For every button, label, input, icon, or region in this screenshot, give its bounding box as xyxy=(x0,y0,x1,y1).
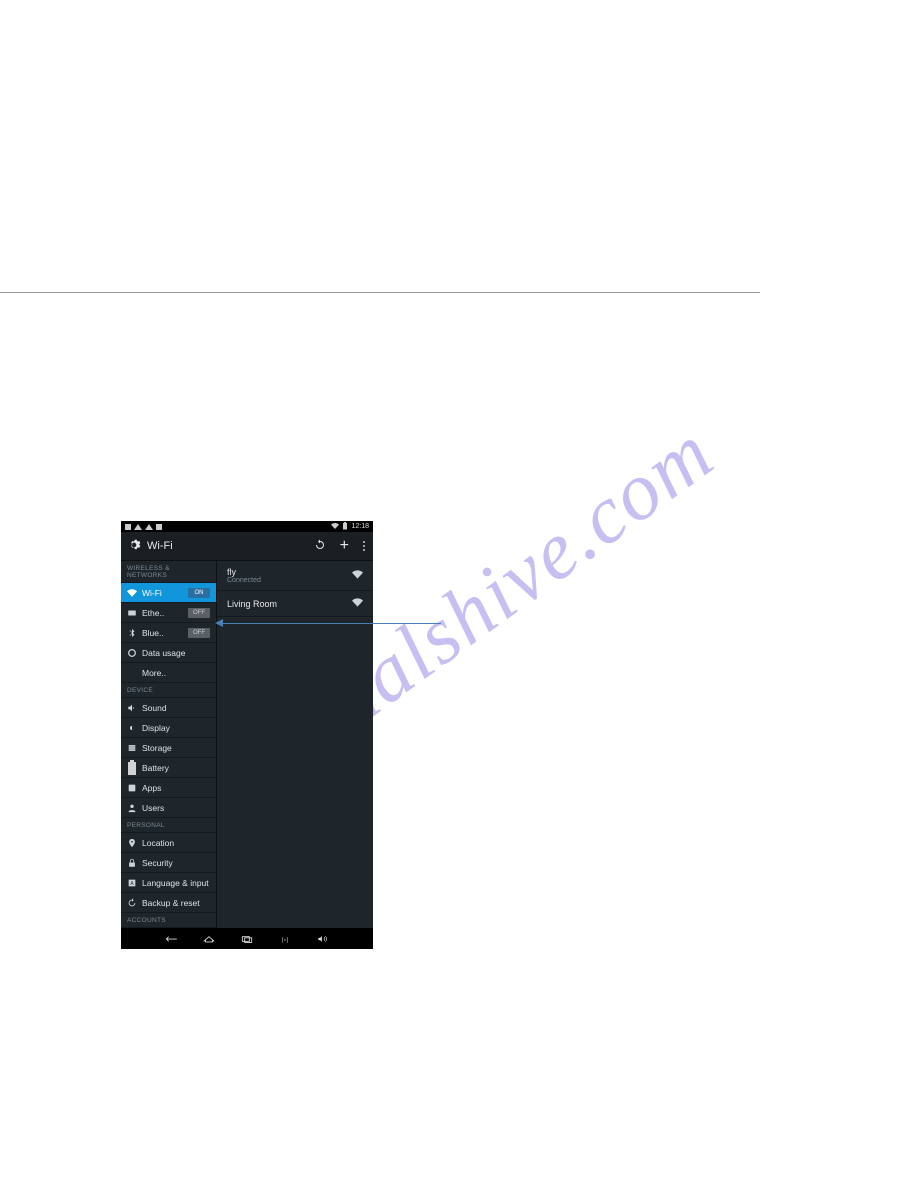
more-label: More.. xyxy=(142,668,210,678)
display-label: Display xyxy=(142,723,210,733)
ethernet-label: Ethe.. xyxy=(142,608,183,618)
language-label: Language & input xyxy=(142,878,210,888)
ethernet-toggle[interactable]: OFF xyxy=(188,608,210,618)
arrow-annotation xyxy=(215,619,441,627)
svg-text:[○]: [○] xyxy=(282,937,289,943)
battery-icon xyxy=(342,522,348,532)
network-item[interactable]: fly Connected xyxy=(217,561,373,591)
status-left xyxy=(125,524,162,530)
blank-icon xyxy=(127,668,137,678)
storage-label: Storage xyxy=(142,743,210,753)
users-label: Users xyxy=(142,803,210,813)
sidebar-item-bluetooth[interactable]: Blue.. OFF xyxy=(121,623,216,643)
network-status: Connected xyxy=(227,577,261,584)
warning-icon xyxy=(145,524,153,530)
battery-icon xyxy=(127,763,137,773)
ethernet-icon xyxy=(127,608,137,618)
volume-button[interactable] xyxy=(316,934,330,944)
horizontal-rule xyxy=(0,292,760,293)
clock: 12:18 xyxy=(351,523,369,530)
sound-label: Sound xyxy=(142,703,210,713)
security-label: Security xyxy=(142,858,210,868)
arrow-line xyxy=(223,623,441,624)
notif-icon xyxy=(125,524,131,530)
sidebar-item-backup[interactable]: Backup & reset xyxy=(121,893,216,913)
sidebar-item-data-usage[interactable]: Data usage xyxy=(121,643,216,663)
bluetooth-icon xyxy=(127,628,137,638)
bluetooth-toggle[interactable]: OFF xyxy=(188,628,210,638)
section-wireless: WIRELESS & NETWORKS xyxy=(121,561,216,583)
sidebar-item-more[interactable]: More.. xyxy=(121,663,216,683)
wifi-icon xyxy=(127,588,137,598)
settings-gear-icon xyxy=(127,538,141,554)
section-personal: PERSONAL xyxy=(121,818,216,833)
network-name: Living Room xyxy=(227,599,277,609)
network-list: fly Connected Living Room xyxy=(217,561,373,928)
network-name: fly xyxy=(227,567,261,577)
home-button[interactable] xyxy=(202,934,216,944)
sidebar-item-security[interactable]: Security xyxy=(121,853,216,873)
apps-icon xyxy=(127,783,137,793)
status-right: 12:18 xyxy=(331,522,369,532)
screenshot-button[interactable]: [○] xyxy=(278,934,292,944)
back-button[interactable] xyxy=(164,934,178,944)
sidebar-item-battery[interactable]: Battery xyxy=(121,758,216,778)
status-bar: 12:18 xyxy=(121,521,373,532)
data-usage-icon xyxy=(127,648,137,658)
sound-icon xyxy=(127,703,137,713)
section-device: DEVICE xyxy=(121,683,216,698)
users-icon xyxy=(127,803,137,813)
arrow-head-icon xyxy=(215,619,223,627)
storage-icon xyxy=(127,743,137,753)
bluetooth-label: Blue.. xyxy=(142,628,183,638)
data-usage-label: Data usage xyxy=(142,648,210,658)
apps-label: Apps xyxy=(142,783,210,793)
sidebar-item-users[interactable]: Users xyxy=(121,798,216,818)
sidebar-item-sound[interactable]: Sound xyxy=(121,698,216,718)
sidebar-item-ethernet[interactable]: Ethe.. OFF xyxy=(121,603,216,623)
sidebar-item-display[interactable]: Display xyxy=(121,718,216,738)
wifi-label: Wi-Fi xyxy=(142,588,183,598)
sidebar-item-apps[interactable]: Apps xyxy=(121,778,216,798)
language-icon: A xyxy=(127,878,137,888)
wifi-status-icon xyxy=(331,522,339,532)
settings-sidebar: WIRELESS & NETWORKS Wi-Fi ON Ethe.. OFF … xyxy=(121,561,217,928)
header: Wi-Fi + xyxy=(121,532,373,561)
network-item[interactable]: Living Room xyxy=(217,591,373,617)
location-icon xyxy=(127,838,137,848)
section-accounts: ACCOUNTS xyxy=(121,913,216,928)
backup-label: Backup & reset xyxy=(142,898,210,908)
navigation-bar: [○] xyxy=(121,928,373,949)
sidebar-item-language[interactable]: A Language & input xyxy=(121,873,216,893)
wifi-signal-icon xyxy=(352,597,363,610)
refresh-icon[interactable] xyxy=(314,539,326,553)
header-title: Wi-Fi xyxy=(147,540,308,552)
sidebar-item-storage[interactable]: Storage xyxy=(121,738,216,758)
warning-icon xyxy=(134,524,142,530)
notif-icon xyxy=(156,524,162,530)
sidebar-item-wifi[interactable]: Wi-Fi ON xyxy=(121,583,216,603)
wifi-toggle[interactable]: ON xyxy=(188,588,210,598)
lock-icon xyxy=(127,858,137,868)
overflow-menu-icon[interactable] xyxy=(363,541,365,551)
sidebar-item-location[interactable]: Location xyxy=(121,833,216,853)
backup-icon xyxy=(127,898,137,908)
battery-label: Battery xyxy=(142,763,210,773)
display-icon xyxy=(127,723,137,733)
device-screenshot: 12:18 Wi-Fi + WIRELESS & NETWORKS Wi-Fi … xyxy=(121,521,373,949)
add-network-icon[interactable]: + xyxy=(340,538,349,554)
wifi-signal-icon xyxy=(352,569,363,582)
recent-button[interactable] xyxy=(240,934,254,944)
location-label: Location xyxy=(142,838,210,848)
